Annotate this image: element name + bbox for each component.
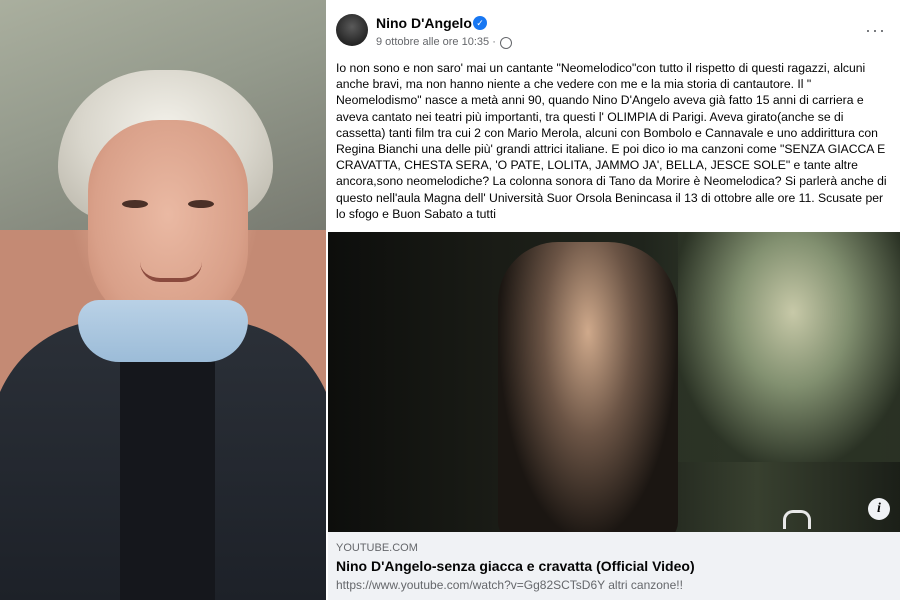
shirt bbox=[120, 355, 215, 600]
facebook-post: Nino D'Angelo ✓ 9 ottobre alle ore 10:35… bbox=[328, 0, 900, 600]
right-eye bbox=[188, 200, 214, 208]
info-icon[interactable]: i bbox=[868, 498, 890, 520]
video-person bbox=[498, 242, 678, 532]
more-options-button[interactable]: ··· bbox=[865, 20, 886, 41]
video-thumbnail[interactable]: i bbox=[328, 232, 900, 532]
face-mask bbox=[78, 300, 248, 362]
portrait-photo bbox=[0, 0, 326, 600]
video-watermark bbox=[783, 510, 811, 529]
post-header: Nino D'Angelo ✓ 9 ottobre alle ore 10:35… bbox=[328, 0, 900, 52]
link-domain: YOUTUBE.COM bbox=[336, 542, 418, 554]
verified-badge-icon: ✓ bbox=[473, 16, 487, 30]
post-body: Io non sono e non saro' mai un cantante … bbox=[336, 60, 890, 222]
left-eye bbox=[122, 200, 148, 208]
link-title[interactable]: Nino D'Angelo-senza giacca e cravatta (O… bbox=[336, 558, 695, 574]
author-avatar[interactable] bbox=[336, 14, 368, 46]
author-name[interactable]: Nino D'Angelo bbox=[376, 15, 472, 31]
post-paragraph: Io non sono e non saro' mai un cantante … bbox=[336, 61, 887, 221]
post-timestamp[interactable]: 9 ottobre alle ore 10:35 · bbox=[376, 36, 496, 48]
video-background-light bbox=[678, 232, 900, 462]
face bbox=[88, 120, 248, 330]
globe-icon bbox=[500, 37, 512, 49]
link-description: https://www.youtube.com/watch?v=Gg82SCTs… bbox=[336, 578, 683, 592]
link-preview[interactable]: YOUTUBE.COM Nino D'Angelo-senza giacca e… bbox=[328, 532, 900, 600]
